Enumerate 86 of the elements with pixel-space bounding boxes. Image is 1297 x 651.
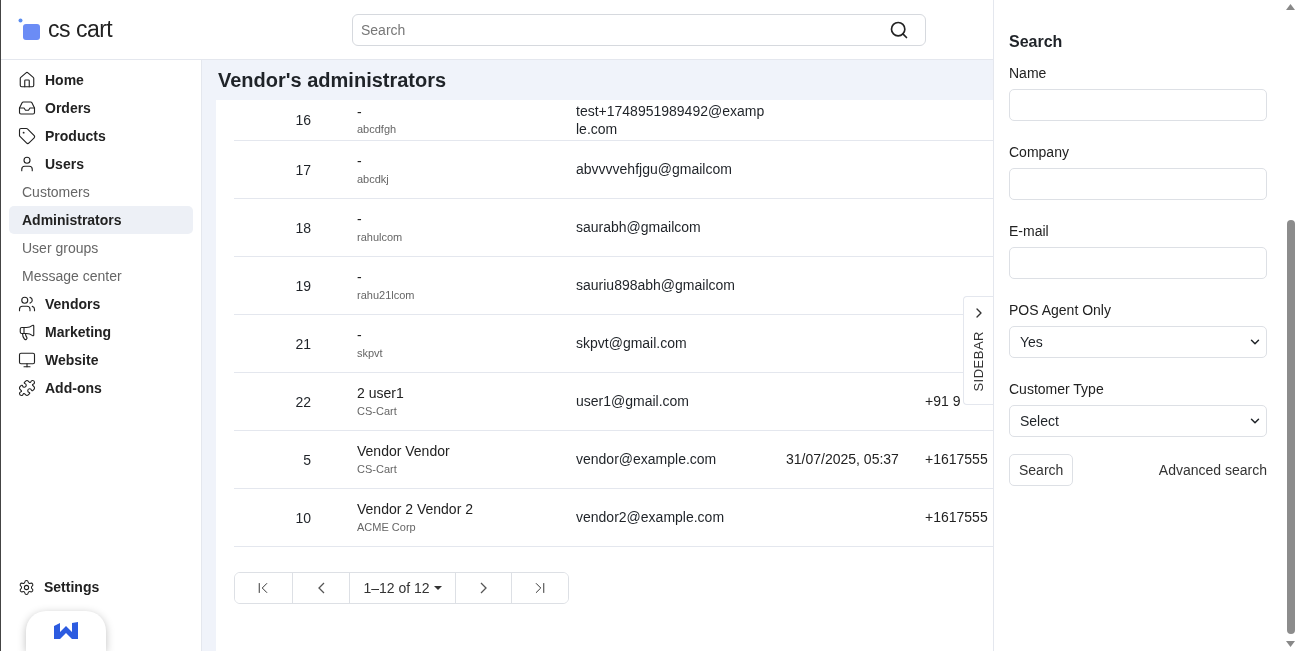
nav-item[interactable]: User groups [9,234,193,262]
phone-cell: +1617555 [925,509,988,526]
company-text: ACME Corp [357,520,416,533]
id-cell: 22 [295,393,311,410]
select-field[interactable]: Yes [1009,326,1267,358]
megaphone-icon [18,323,36,341]
company-text: CS-Cart [357,462,397,475]
nav-item[interactable]: Products [9,122,193,150]
phone-cell: +1617555 [925,451,988,468]
settings-icon [18,578,35,596]
id-cell: 16 [295,112,311,128]
logo-text: cs cart [48,16,113,43]
chevron-right-icon [480,582,487,594]
nav-item[interactable]: Website [9,346,193,374]
select-field[interactable]: Select [1009,405,1267,437]
search-button[interactable]: Search [1009,454,1074,486]
tag-icon [18,127,36,145]
input-field[interactable] [1009,247,1267,279]
field-label: Customer Type [1009,381,1105,397]
caret-icon [433,586,442,590]
company-text: rahulcom [357,230,403,243]
nav-item[interactable]: Add-ons [9,374,193,402]
name-cell: - [357,212,362,228]
name-cell: Vendor Vendor [357,444,450,460]
advanced-search-link[interactable]: Advanced search [1158,462,1267,478]
logo-icon [18,17,42,42]
field-label: Name [1009,65,1048,81]
chevron-left-icon [317,582,325,594]
id-cell: 18 [295,219,311,236]
email-cell: saurabh@gmailcom [576,218,701,237]
name-cell: - [357,104,362,121]
users-icon [18,295,36,313]
email-cell: vendor2@example.com [576,508,725,527]
company-text: CS-Cart [357,404,397,417]
field-label: E-mail [1009,223,1050,239]
search-field[interactable]: Search [352,13,926,46]
date-cell: 31/07/2025, 05:37 [786,451,899,468]
nav-item[interactable]: Orders [9,94,193,122]
w-logo-icon [54,622,78,640]
phone-cell: +91 9 [925,393,961,410]
field-label: POS Agent Only [1009,302,1112,318]
monitor-icon [18,351,36,369]
email-cell: abvvvvehfjgu@gmailcom [576,160,732,179]
nav-item[interactable]: Users [9,150,193,178]
email-cell: user1@gmail.com [576,392,690,411]
company-text: abcdkj [357,172,389,185]
id-cell: 5 [303,451,311,468]
name-cell: - [357,270,362,286]
home-icon [18,71,36,89]
id-cell: 21 [295,335,311,352]
field-label: Company [1009,144,1070,160]
email-cell: skpvt@gmail.com [576,334,687,353]
input-field[interactable] [1009,89,1267,121]
email-cell: sauriu898abh@gmailcom [576,276,735,295]
nav-item[interactable]: Administrators [9,206,193,234]
search-input[interactable]: Search [359,20,889,39]
widget-button[interactable] [26,611,106,651]
id-cell: 17 [295,161,311,178]
scroll-up-icon[interactable] [1286,4,1295,10]
name-cell: - [357,154,362,170]
company-text: rahu21lcom [357,288,415,301]
sidebar-toggle[interactable]: SIDEBAR [963,296,993,405]
nav-item[interactable]: Message center [9,262,193,290]
tray-icon [18,99,36,117]
first-page-button[interactable] [235,573,293,603]
id-cell: 19 [295,277,311,294]
nav-item[interactable]: Vendors [9,290,193,318]
name-cell: 2 user1 [357,386,404,402]
nav-item[interactable]: Customers [9,178,193,206]
company-text: abcdfgh [357,123,397,136]
email-cell: vendor@example.com [576,450,717,469]
id-cell: 10 [295,509,311,526]
company-text: skpvt [357,346,383,359]
name-cell: Vendor 2 Vendor 2 [357,502,473,518]
search-icon[interactable] [889,19,909,40]
nav-item[interactable]: Home [9,66,193,94]
panel-title: Search [1009,33,1064,51]
puzzle-icon [18,379,36,397]
scroll-down-icon[interactable] [1286,641,1295,647]
nav-item[interactable]: Settings [9,573,193,601]
nav-item[interactable]: Marketing [9,318,193,346]
page-title: Vendor's administrators [217,67,448,93]
user-icon [18,155,36,173]
input-field[interactable] [1009,168,1267,200]
email-cell: test+1748951989492@examp le.com [576,101,765,139]
name-cell: - [357,328,362,344]
